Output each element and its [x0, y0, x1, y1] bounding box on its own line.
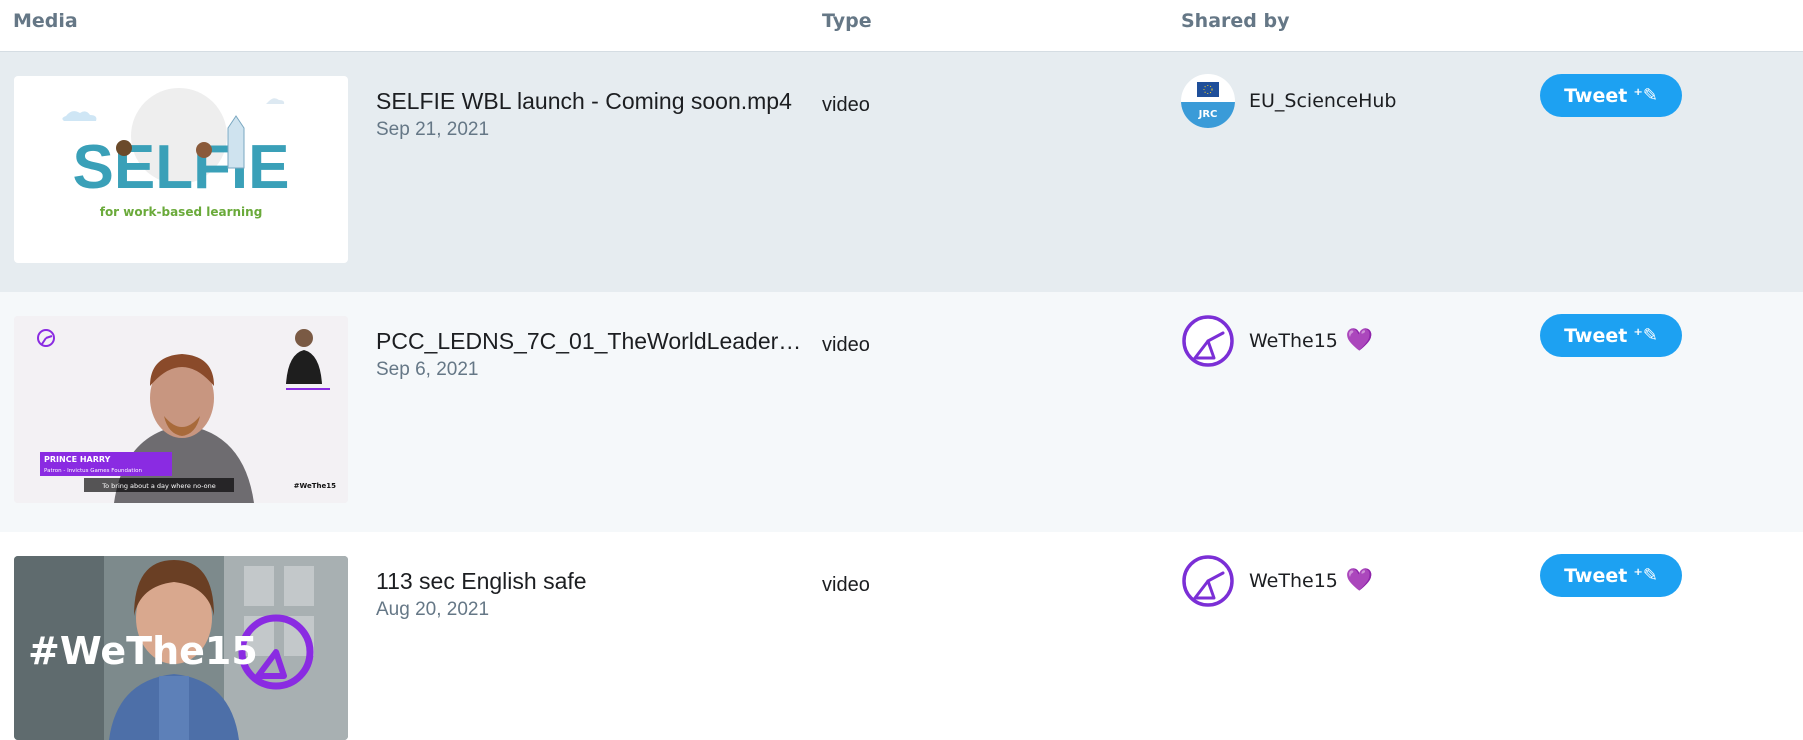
media-date: Sep 6, 2021 [376, 359, 479, 380]
column-header-shared-by: Shared by [1181, 10, 1290, 32]
media-type: video [822, 94, 870, 116]
thumb-hashtag: #WeThe15 [294, 482, 336, 490]
tweet-button-label: Tweet [1564, 84, 1628, 107]
avatar-text: JRC [1198, 109, 1218, 120]
tweet-button[interactable]: Tweet ⁺✎ [1540, 314, 1682, 357]
quill-icon: ⁺✎ [1633, 565, 1658, 586]
shared-by-name[interactable]: WeThe15 [1249, 330, 1338, 352]
thumb-role: Patron - Invictus Games Foundation [44, 468, 142, 474]
tweet-button[interactable]: Tweet ⁺✎ [1540, 74, 1682, 117]
purple-heart-icon: 💜 [1345, 568, 1374, 593]
thumb-name: PRINCE HARRY [44, 455, 111, 464]
shared-by-link[interactable]: EU_ScienceHub [1249, 90, 1396, 112]
media-type: video [822, 574, 870, 596]
shared-by-link[interactable]: WeThe15 💜 [1249, 328, 1374, 353]
media-thumbnail[interactable]: SELFIE for work-based learning [14, 76, 348, 263]
table-header: Media Type Shared by [0, 0, 1803, 52]
avatar[interactable] [1181, 554, 1235, 608]
tweet-button-label: Tweet [1564, 324, 1628, 347]
avatar[interactable]: JRC [1181, 74, 1235, 128]
media-title[interactable]: PCC_LEDNS_7C_01_TheWorldLeader… [376, 328, 806, 355]
shared-by-name[interactable]: EU_ScienceHub [1249, 90, 1396, 112]
shared-by-name[interactable]: WeThe15 [1249, 570, 1338, 592]
media-title[interactable]: SELFIE WBL launch - Coming soon.mp4 [376, 88, 806, 115]
table-row[interactable]: PRINCE HARRY Patron - Invictus Games Fou… [0, 292, 1803, 532]
media-thumbnail[interactable]: #WeThe15 [14, 556, 348, 740]
media-thumbnail[interactable]: PRINCE HARRY Patron - Invictus Games Fou… [14, 316, 348, 503]
thumb-subtitle: for work-based learning [100, 205, 263, 219]
media-date: Sep 21, 2021 [376, 119, 490, 140]
media-date: Aug 20, 2021 [376, 599, 490, 620]
tweet-button[interactable]: Tweet ⁺✎ [1540, 554, 1682, 597]
purple-heart-icon: 💜 [1345, 328, 1374, 353]
quill-icon: ⁺✎ [1633, 325, 1658, 346]
media-type: video [822, 334, 870, 356]
thumb-hashtag: #WeThe15 [28, 629, 258, 673]
column-header-media: Media [13, 10, 78, 32]
media-title[interactable]: 113 sec English safe [376, 568, 806, 595]
thumb-caption: To bring about a day where no-one [101, 482, 216, 490]
table-row[interactable]: #WeThe15 113 sec English safe Aug 20, 20… [0, 532, 1803, 740]
thumb-word: SELFIE [72, 133, 289, 202]
shared-by-link[interactable]: WeThe15 💜 [1249, 568, 1374, 593]
tweet-button-label: Tweet [1564, 564, 1628, 587]
table-row[interactable]: SELFIE for work-based learning SELFIE WB… [0, 52, 1803, 292]
quill-icon: ⁺✎ [1633, 85, 1658, 106]
column-header-type: Type [822, 10, 872, 32]
avatar[interactable] [1181, 314, 1235, 368]
